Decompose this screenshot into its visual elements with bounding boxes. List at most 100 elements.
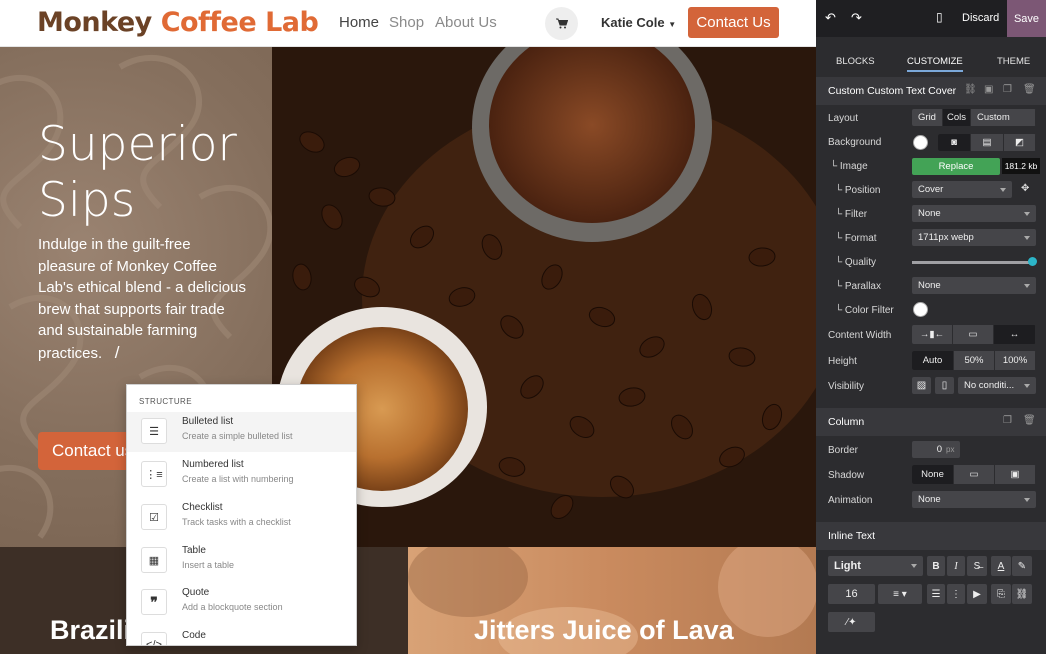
product-card-title: Jitters Juice of Lava bbox=[474, 615, 734, 645]
command-code[interactable]: </> Code bbox=[127, 626, 356, 645]
editor-toolbar: ↶ ↷ ▯ Discard Save bbox=[816, 0, 1046, 37]
redo-icon[interactable]: ↷ bbox=[851, 10, 862, 26]
parallax-dropdown[interactable]: None bbox=[912, 277, 1036, 294]
layout-grid[interactable]: Grid bbox=[912, 109, 943, 126]
cart-button[interactable] bbox=[545, 7, 578, 40]
undo-icon[interactable]: ↶ bbox=[825, 10, 836, 26]
strikethrough-icon[interactable]: S̶ bbox=[967, 556, 987, 576]
delete-icon[interactable]: 🗑 bbox=[1023, 415, 1036, 426]
magic-wand-icon[interactable]: ⁄✦ bbox=[828, 612, 875, 632]
command-title: Code bbox=[182, 630, 206, 641]
hide-desktop-icon[interactable]: ▨ bbox=[912, 377, 931, 394]
command-quote[interactable]: ❞ Quote Add a blockquote section bbox=[127, 583, 356, 623]
quality-label: └ Quality bbox=[835, 257, 876, 268]
highlight-icon[interactable]: ✎ bbox=[1012, 556, 1032, 576]
user-menu[interactable]: Katie Cole ▼ bbox=[601, 15, 676, 30]
filter-dropdown[interactable]: None bbox=[912, 205, 1036, 222]
visibility-dropdown[interactable]: No conditi... bbox=[958, 377, 1036, 394]
command-title: Quote bbox=[182, 587, 210, 598]
code-icon: </> bbox=[141, 632, 167, 645]
command-subtitle: Insert a table bbox=[182, 560, 235, 570]
filter-label: └ Filter bbox=[835, 209, 868, 220]
font-size-input[interactable]: 16 bbox=[828, 584, 875, 604]
block-title: Custom Custom Text Cover bbox=[828, 85, 957, 97]
site-logo[interactable]: Monkey Coffee Lab bbox=[37, 6, 319, 40]
hero-title[interactable]: Superior Sips bbox=[38, 117, 237, 229]
hero-description-text: Indulge in the guilt-free pleasure of Mo… bbox=[38, 236, 246, 362]
command-bulleted-list[interactable]: ☰ Bulleted list Create a simple bulleted… bbox=[127, 412, 356, 452]
content-width-selector: →▮← ▭ ↔ bbox=[912, 325, 1036, 344]
text-color-icon[interactable]: A bbox=[991, 556, 1011, 576]
format-dropdown[interactable]: 1711px webp bbox=[912, 229, 1036, 246]
command-table[interactable]: ▦ Table Insert a table bbox=[127, 541, 356, 581]
width-medium-icon[interactable]: ▭ bbox=[953, 325, 994, 344]
navbar: Monkey Coffee Lab Home Shop About Us Kat… bbox=[0, 0, 816, 47]
nav-contact-button[interactable]: Contact Us bbox=[688, 7, 779, 38]
cart-icon bbox=[555, 18, 568, 29]
shadow-none[interactable]: None bbox=[912, 465, 954, 484]
discard-button[interactable]: Discard bbox=[962, 12, 999, 24]
replace-image-button[interactable]: Replace bbox=[912, 158, 1000, 175]
quality-slider-handle[interactable] bbox=[1028, 257, 1037, 266]
logo-text-monkey: Monkey bbox=[37, 7, 161, 38]
height-auto[interactable]: Auto bbox=[912, 351, 954, 370]
duplicate-icon[interactable]: ❐ bbox=[1003, 415, 1012, 426]
shadow-inset-icon[interactable]: ▣ bbox=[995, 465, 1036, 484]
mobile-preview-icon[interactable]: ▯ bbox=[936, 10, 943, 24]
shape-icon[interactable]: ◩ bbox=[1004, 134, 1036, 151]
tab-blocks[interactable]: BLOCKS bbox=[836, 56, 875, 67]
nav-shop[interactable]: Shop bbox=[389, 14, 424, 31]
align-dropdown[interactable]: ≡ ▾ bbox=[878, 584, 922, 604]
tab-customize[interactable]: CUSTOMIZE bbox=[907, 56, 963, 72]
hide-mobile-icon[interactable]: ▯ bbox=[935, 377, 954, 394]
logo-text-lab: Lab bbox=[256, 7, 319, 38]
position-dropdown[interactable]: Cover bbox=[912, 181, 1012, 198]
checklist-icon: ☑ bbox=[141, 504, 167, 530]
hero-description[interactable]: Indulge in the guilt-free pleasure of Mo… bbox=[38, 234, 248, 365]
nav-home[interactable]: Home bbox=[339, 14, 379, 31]
crosshair-icon[interactable]: ✥ bbox=[1021, 183, 1029, 194]
numbered-list-icon[interactable]: ⋮ bbox=[947, 584, 965, 604]
tab-theme[interactable]: THEME bbox=[997, 56, 1030, 67]
bold-icon[interactable]: B bbox=[927, 556, 945, 576]
layout-cols[interactable]: Cols bbox=[943, 109, 971, 126]
save-button[interactable]: Save bbox=[1007, 0, 1046, 37]
shadow-outset-icon[interactable]: ▭ bbox=[954, 465, 995, 484]
link-icon[interactable]: ⛓ bbox=[964, 84, 977, 95]
nav-about-us[interactable]: About Us bbox=[435, 14, 497, 31]
camera-icon[interactable]: ◙ bbox=[938, 134, 971, 151]
width-full-icon[interactable]: ↔ bbox=[994, 325, 1036, 344]
chevron-down-icon bbox=[1000, 188, 1006, 192]
link-icon[interactable]: ⛓ bbox=[1012, 584, 1032, 604]
font-style-value: Light bbox=[834, 560, 861, 572]
play-icon[interactable]: ▶ bbox=[967, 584, 987, 604]
command-subtitle: Track tasks with a checklist bbox=[182, 517, 291, 527]
height-50[interactable]: 50% bbox=[954, 351, 995, 370]
file-icon[interactable]: ⎘ bbox=[991, 584, 1011, 604]
width-small-icon[interactable]: →▮← bbox=[912, 325, 953, 344]
background-color-swatch[interactable] bbox=[913, 135, 928, 150]
hero-section[interactable]: Superior Sips Indulge in the guilt-free p… bbox=[0, 47, 816, 547]
command-checklist[interactable]: ☑ Checklist Track tasks with a checklist bbox=[127, 498, 356, 538]
command-numbered-list[interactable]: ⋮≡ Numbered list Create a list with numb… bbox=[127, 455, 356, 495]
layout-custom-dropdown[interactable]: Custom bbox=[971, 109, 1036, 126]
quality-slider-track[interactable] bbox=[912, 261, 1032, 264]
layout-custom-label: Custom bbox=[977, 112, 1010, 123]
animation-dropdown[interactable]: None bbox=[912, 491, 1036, 508]
layout-selector: Grid Cols Custom bbox=[912, 109, 1036, 126]
structure-command-popup: Structure ☰ Bulleted list Create a simpl… bbox=[126, 384, 357, 646]
italic-icon[interactable]: I bbox=[947, 556, 965, 576]
duplicate-icon[interactable]: ❐ bbox=[1003, 84, 1012, 95]
product-card-jitters[interactable]: Jitters Juice of Lava bbox=[408, 547, 816, 654]
font-style-dropdown[interactable]: Light bbox=[828, 556, 923, 576]
height-100[interactable]: 100% bbox=[995, 351, 1036, 370]
height-label: Height bbox=[828, 356, 857, 367]
video-icon[interactable]: ▤ bbox=[971, 134, 1004, 151]
color-filter-swatch[interactable] bbox=[913, 302, 928, 317]
save-block-icon[interactable]: ▣ bbox=[984, 84, 993, 95]
delete-icon[interactable]: 🗑 bbox=[1023, 84, 1036, 95]
chevron-down-icon: ▼ bbox=[668, 20, 677, 29]
bullet-list-icon[interactable]: ☰ bbox=[927, 584, 945, 604]
chevron-down-icon bbox=[1024, 384, 1030, 388]
parallax-value: None bbox=[918, 280, 941, 291]
